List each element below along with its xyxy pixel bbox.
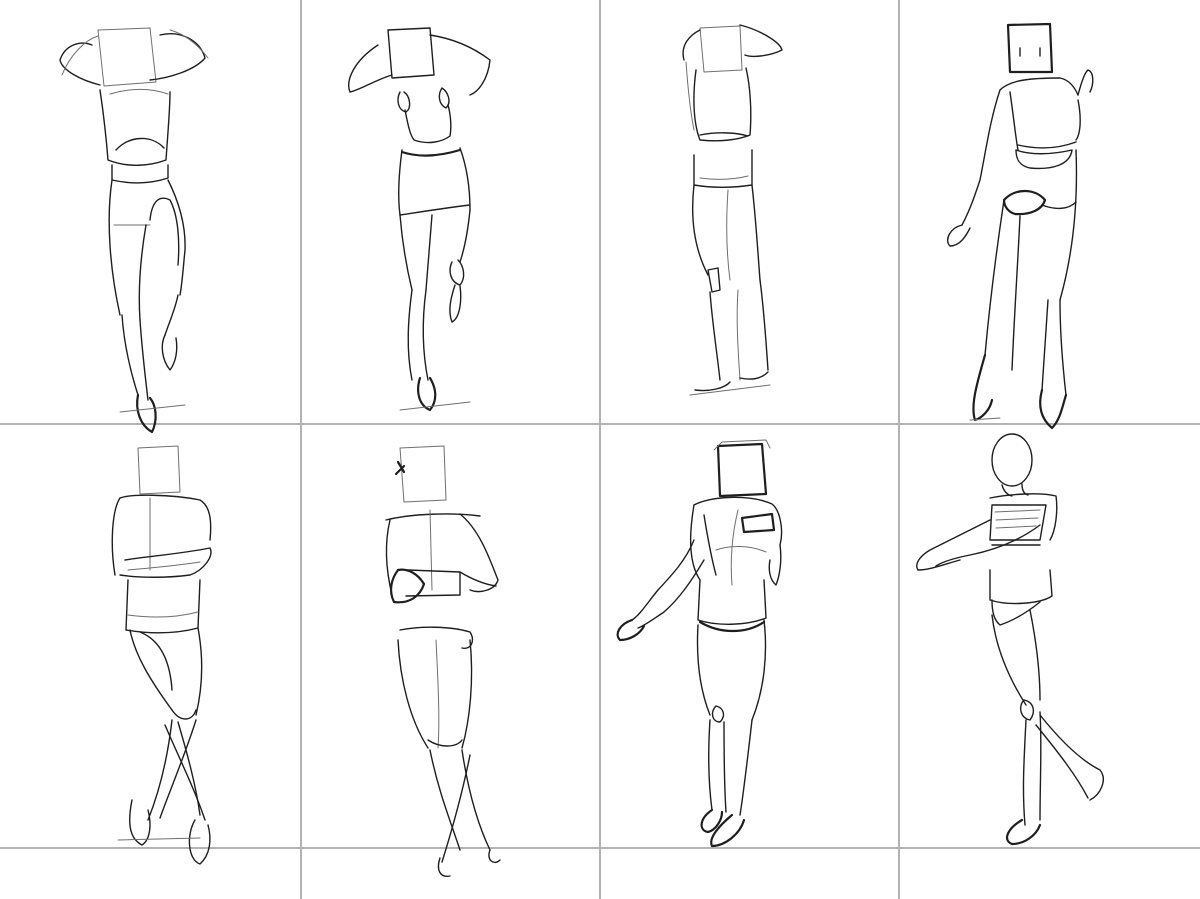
figure-sketch-panel-7 — [616, 439, 783, 848]
figure-sketch-panel-1 — [59, 27, 209, 434]
figure-sketch-panel-5 — [111, 445, 212, 865]
figure-sketch-panel-2 — [348, 27, 491, 412]
figure-sketch-panel-3 — [682, 24, 783, 396]
figure-sketch-panel-4 — [946, 22, 1094, 430]
figure-sketches — [59, 22, 1104, 877]
sketch-sheet — [0, 0, 1200, 899]
figure-sketch-panel-6 — [385, 445, 501, 877]
figure-sketch-panel-8 — [916, 433, 1104, 846]
